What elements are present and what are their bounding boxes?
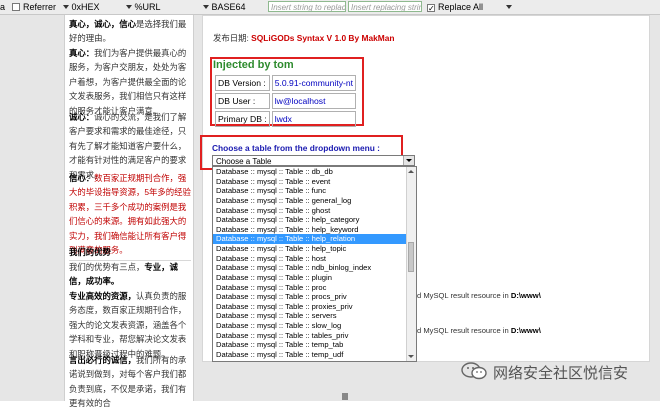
integrity-paragraph: 言出必行的诚信，我们所有的承诺说到做到，对每个客户我们都负责到底，不仅是承诺，我…: [69, 353, 191, 411]
dropdown-option[interactable]: Database :: mysql :: Table :: ndb_binlog…: [213, 263, 416, 273]
article-title: SQLiGODs Syntax V 1.0 By MakMan: [251, 33, 395, 43]
left-sidebar: 真心，诚心，信心是选择我们最好的理由。 真心：我们为客户提供最真心的服务，为客户…: [64, 15, 194, 408]
dropdown-option[interactable]: Database :: mysql :: Table :: tables_pri…: [213, 331, 416, 341]
dropdown-option[interactable]: Database :: mysql :: Table :: help_categ…: [213, 215, 416, 225]
warning-path: D:\www\: [510, 326, 541, 335]
replace-menu[interactable]: [503, 1, 512, 13]
professional-paragraph: 专业高效的资源，认真负责的服务态度，数百家正规期刊合作，强大的论文发表资源，涵盖…: [69, 289, 191, 361]
horizontal-scroll-thumb[interactable]: [342, 393, 348, 400]
publish-date-line: 发布日期: SQLiGODs Syntax V 1.0 By MakMan: [213, 32, 395, 44]
dropdown-option[interactable]: Database :: mysql :: Table :: temp_tab: [213, 340, 416, 350]
replace-all-checkbox[interactable]: [427, 4, 435, 12]
toolbar-truncated-label: a: [0, 2, 6, 12]
table-row: Primary DB : lwdx: [215, 111, 357, 127]
chevron-down-icon[interactable]: [403, 156, 414, 165]
sincere-lead: 真心：: [69, 48, 95, 58]
table-dropdown-list[interactable]: Database :: mysql :: Table :: db_db Datab…: [212, 166, 417, 362]
db-info-value: lw@localhost: [271, 93, 357, 109]
replacing-input[interactable]: Insert replacing string: [348, 1, 422, 12]
advantages-intro-text: 我们的优势有三点，: [69, 262, 145, 272]
dropdown-option[interactable]: Database :: mysql :: Table :: proc: [213, 283, 416, 293]
base64-label: BASE64: [211, 2, 246, 12]
dropdown-option[interactable]: Database :: mysql :: Table :: help_keywo…: [213, 225, 416, 235]
choose-table-label: Choose a table from the dropdown menu :: [212, 143, 380, 153]
scroll-down-icon[interactable]: [408, 353, 415, 360]
advantages-heading: 我们的优势: [69, 246, 191, 261]
chevron-down-icon: [126, 5, 132, 9]
replace-all-toggle[interactable]: Replace All: [427, 1, 483, 13]
warning-text: d MySQL result resource in: [417, 326, 509, 335]
dropdown-option[interactable]: Database :: mysql :: Table :: db_db: [213, 167, 416, 177]
professional-lead: 专业高效的资源，: [69, 291, 136, 301]
referrer-checkbox[interactable]: [12, 3, 20, 11]
honest-lead: 诚心：: [69, 112, 95, 122]
dropdown-option[interactable]: Database :: mysql :: Table :: host: [213, 254, 416, 264]
base64-menu[interactable]: BASE64: [200, 1, 246, 13]
table-select-value: Choose a Table: [216, 157, 272, 166]
table-row: DB Version : 5.0.91-community-nt: [215, 75, 357, 91]
scroll-up-icon[interactable]: [408, 168, 415, 175]
publish-date-label: 发布日期:: [213, 33, 249, 43]
dropdown-option[interactable]: Database :: mysql :: Table :: ghost: [213, 206, 416, 216]
dropdown-option[interactable]: Database :: mysql :: Table :: func: [213, 186, 416, 196]
dropdown-option[interactable]: Database :: mysql :: Table :: temp_udf: [213, 350, 416, 360]
db-info-key: DB Version :: [215, 75, 270, 91]
replace-search-input[interactable]: Insert string to replace: [268, 1, 346, 12]
dropdown-option[interactable]: Database :: mysql :: Table :: servers: [213, 311, 416, 321]
referrer-toggle[interactable]: Referrer: [12, 1, 56, 13]
honest-text: 诚心的交流，是我们了解客户要求和需求的最佳途径，只有先了解才能知道客户要什么，才…: [69, 112, 187, 180]
sincere-paragraph: 真心：我们为客户提供最真心的服务，为客户交朋友，处处为客户着想，为客户提供最全面…: [69, 46, 191, 118]
sincere-text: 我们为客户提供最真心的服务，为客户交朋友，处处为客户着想，为客户提供最全面的论文…: [69, 48, 187, 116]
dropdown-option[interactable]: Database :: mysql :: Table :: plugin: [213, 273, 416, 283]
dropdown-items: Database :: mysql :: Table :: db_db Datab…: [213, 167, 416, 360]
chevron-down-icon: [506, 5, 512, 9]
warning-text: d MySQL result resource in: [417, 291, 509, 300]
integrity-lead: 言出必行的诚信，: [69, 355, 136, 365]
intro-paragraph: 真心，诚心，信心是选择我们最好的理由。: [69, 17, 191, 46]
wechat-icon: [461, 362, 487, 380]
watermark-text: 网络安全社区悦信安: [493, 364, 629, 382]
referrer-label: Referrer: [23, 2, 57, 12]
table-select[interactable]: Choose a Table: [212, 155, 415, 166]
injected-by-heading: Injected by tom: [213, 59, 294, 71]
chevron-down-icon: [63, 5, 69, 9]
scroll-thumb[interactable]: [408, 242, 414, 272]
db-info-table: DB Version : 5.0.91-community-nt DB User…: [213, 73, 358, 129]
db-info-value: 5.0.91-community-nt: [271, 75, 357, 91]
table-row: DB User : lw@localhost: [215, 93, 357, 109]
url-menu[interactable]: %URL: [123, 1, 161, 13]
dropdown-option[interactable]: Database :: mysql :: Table :: general_lo…: [213, 196, 416, 206]
hex-label: 0xHEX: [71, 2, 100, 12]
mysql-warning-line: d MySQL result resource in D:\www\: [417, 326, 541, 335]
browser-toolbar: a Referrer 0xHEX %URL BASE64 Insert stri…: [0, 0, 660, 15]
dropdown-option[interactable]: Database :: mysql :: Table :: event: [213, 177, 416, 187]
confidence-text: 数百家正规期刊合作，强大的毕设指导资源，5年多的经验积累，三千多个成功的案例是我…: [69, 173, 191, 256]
db-info-value: lwdx: [271, 111, 357, 127]
replace-all-label: Replace All: [438, 2, 484, 12]
advantages-intro: 我们的优势有三点，专业，诚信，成功率。: [69, 260, 191, 289]
dropdown-option[interactable]: Database :: mysql :: Table :: help_relat…: [213, 234, 416, 244]
dropdown-option[interactable]: Database :: mysql :: Table :: proxies_pr…: [213, 302, 416, 312]
hex-menu[interactable]: 0xHEX: [60, 1, 100, 13]
db-info-key: Primary DB :: [215, 111, 270, 127]
db-info-key: DB User :: [215, 93, 270, 109]
warning-path: D:\www\: [510, 291, 541, 300]
confidence-paragraph: 信心：数百家正规期刊合作，强大的毕设指导资源，5年多的经验积累，三千多个成功的案…: [69, 171, 191, 257]
chevron-down-icon: [203, 5, 209, 9]
watermark: 网络安全社区悦信安: [460, 358, 660, 386]
dropdown-option[interactable]: Database :: mysql :: Table :: procs_priv: [213, 292, 416, 302]
confidence-lead: 信心：: [69, 173, 95, 183]
dropdown-scrollbar[interactable]: [406, 167, 416, 361]
dropdown-option[interactable]: Database :: mysql :: Table :: help_topic: [213, 244, 416, 254]
intro-lead: 真心，诚心，信心: [69, 19, 136, 29]
url-label: %URL: [134, 2, 161, 12]
professional-text: 认真负责的服务态度，数百家正规期刊合作，强大的论文发表资源，涵盖各个学科和专业，…: [69, 291, 187, 359]
mysql-warning-line: d MySQL result resource in D:\www\: [417, 291, 541, 300]
dropdown-option[interactable]: Database :: mysql :: Table :: slow_log: [213, 321, 416, 331]
